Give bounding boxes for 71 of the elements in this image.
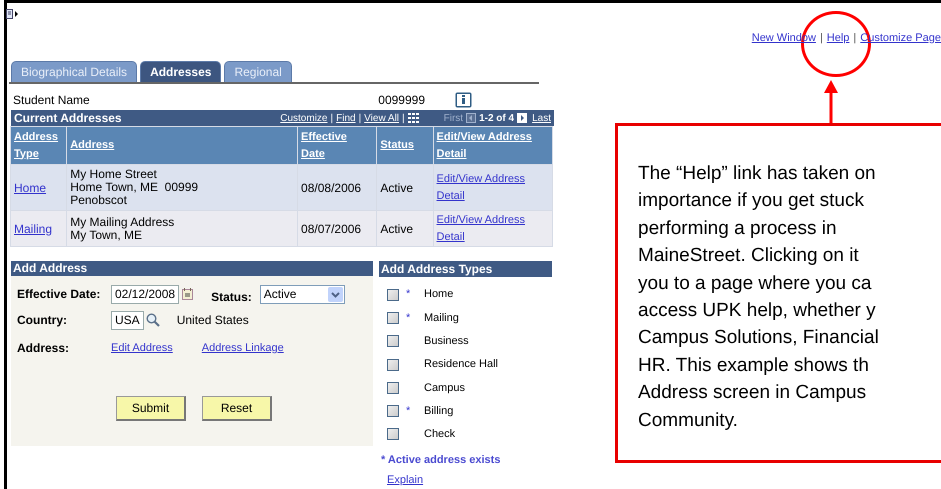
grid-link[interactable]: Customize bbox=[280, 110, 328, 126]
checkbox[interactable] bbox=[387, 288, 399, 301]
address-type-label: Mailing bbox=[424, 310, 459, 326]
address-type-label: Home bbox=[424, 287, 454, 302]
field-label: Status: bbox=[211, 289, 252, 306]
effective-date: 08/07/2006 bbox=[301, 222, 362, 236]
callout-text: Campus Solutions, Financial bbox=[638, 326, 879, 350]
checkbox[interactable] bbox=[387, 335, 399, 348]
address-type-label: Billing bbox=[424, 404, 454, 419]
panel-title: Add Address bbox=[13, 261, 88, 275]
callout-text: The “Help” link has taken on bbox=[638, 162, 876, 186]
address-type-label: Residence Hall bbox=[424, 357, 498, 372]
student-id: 0099999 bbox=[378, 92, 425, 109]
pager-last[interactable]: Last bbox=[532, 110, 551, 126]
active-marker: * bbox=[406, 404, 412, 419]
panel-title: Add Address Types bbox=[381, 262, 492, 276]
link-separator: | bbox=[820, 31, 823, 46]
address-status: Active bbox=[380, 222, 414, 236]
active-marker: * bbox=[406, 310, 412, 326]
link-separator: | bbox=[853, 31, 856, 46]
effective-date: 08/08/2006 bbox=[301, 180, 362, 194]
info-icon[interactable] bbox=[455, 92, 472, 108]
page-tab[interactable]: Addresses bbox=[140, 61, 222, 82]
header-link[interactable]: Help bbox=[826, 30, 850, 61]
address-text: My Home Street Home Town, ME 00999 Penobscot bbox=[70, 168, 200, 207]
status-dropdown[interactable]: Active bbox=[260, 284, 345, 304]
address-type-label: Check bbox=[424, 427, 456, 442]
calendar-icon[interactable] bbox=[182, 288, 194, 300]
search-icon[interactable] bbox=[146, 313, 160, 327]
address-status: Active bbox=[380, 180, 414, 194]
address-type-link[interactable]: Home bbox=[14, 180, 46, 194]
callout-text: you to a page where you ca bbox=[638, 272, 872, 296]
link-separator: | bbox=[402, 112, 405, 126]
checkbox[interactable] bbox=[387, 405, 399, 418]
form-button[interactable]: Submit bbox=[116, 396, 186, 421]
callout-text: HR. This example shows th bbox=[638, 354, 869, 378]
checkbox[interactable] bbox=[387, 312, 399, 324]
callout-text: access UPK help, whether y bbox=[638, 299, 876, 324]
grid-icon[interactable] bbox=[408, 113, 419, 123]
field-label: Country: bbox=[17, 312, 68, 329]
address-link[interactable]: Edit Address bbox=[111, 340, 173, 356]
pager-range: 1-2 of 4 bbox=[479, 112, 514, 126]
callout-text: Community. bbox=[638, 408, 738, 433]
address-type-label: Business bbox=[424, 334, 469, 349]
date-field[interactable]: 02/12/2008 bbox=[111, 284, 180, 304]
form-button[interactable]: Reset bbox=[202, 396, 272, 421]
country-name: United States bbox=[176, 312, 249, 329]
field-label: Address: bbox=[17, 340, 70, 357]
grid-title: Current Addresses bbox=[14, 110, 122, 127]
callout-arrow bbox=[824, 80, 838, 125]
legend-text: * Active address exists bbox=[381, 453, 502, 468]
student-name-label: Student Name bbox=[13, 92, 90, 109]
callout-text: importance if you get stuck bbox=[638, 189, 864, 214]
country-code-field[interactable]: USA bbox=[111, 310, 144, 330]
checkbox[interactable] bbox=[387, 382, 399, 394]
link-separator: | bbox=[330, 112, 334, 126]
link-separator: | bbox=[358, 112, 362, 126]
grid-link[interactable]: Find bbox=[336, 110, 356, 126]
checkbox[interactable] bbox=[387, 428, 399, 440]
address-text: My Mailing Address My Town, ME bbox=[70, 216, 176, 242]
address-type-label: Campus bbox=[424, 380, 465, 396]
callout-text: MaineStreet. Clicking on it bbox=[638, 244, 859, 268]
checkbox[interactable] bbox=[387, 358, 399, 371]
grid-link[interactable]: View All bbox=[364, 110, 400, 126]
active-marker: * bbox=[406, 287, 412, 302]
callout-text: performing a process in bbox=[638, 216, 837, 241]
address-link[interactable]: Address Linkage bbox=[202, 340, 284, 356]
callout-text: Address screen in Campus bbox=[638, 381, 866, 406]
field-label: Effective Date: bbox=[17, 286, 102, 303]
explain-link[interactable]: Explain bbox=[387, 472, 424, 488]
pager-first: First bbox=[444, 112, 464, 126]
